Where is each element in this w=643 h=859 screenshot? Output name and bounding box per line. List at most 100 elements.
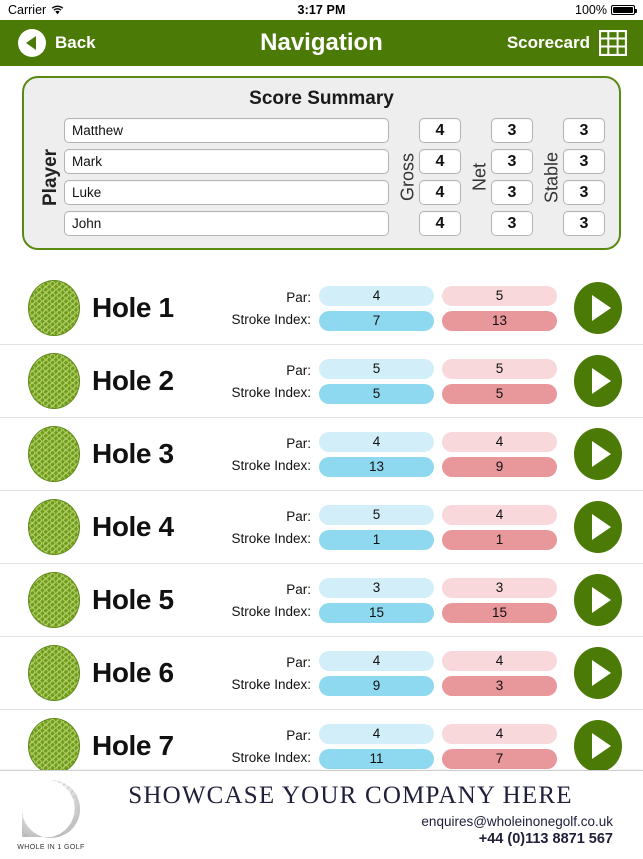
- par-value-pink: 5: [442, 285, 557, 306]
- hole-row[interactable]: Hole 1 Par: Stroke Index: 4 7 5 13: [0, 272, 643, 345]
- holes-list: Hole 1 Par: Stroke Index: 4 7 5 13 Hole …: [0, 272, 643, 783]
- net-score-value[interactable]: 3: [491, 211, 533, 236]
- hole-name-label: Hole 5: [92, 584, 174, 615]
- stroke-index-label: Stroke Index:: [231, 530, 311, 546]
- hole-stat-labels: Par: Stroke Index:: [231, 654, 311, 693]
- hole-row[interactable]: Hole 6 Par: Stroke Index: 4 9 4 3: [0, 637, 643, 710]
- banner-email[interactable]: enquires@wholeinonegolf.co.uk: [421, 814, 613, 829]
- hole-name-label: Hole 7: [92, 730, 174, 761]
- hole-row[interactable]: Hole 5 Par: Stroke Index: 3 15 3 15: [0, 564, 643, 637]
- stable-score-value[interactable]: 3: [563, 118, 605, 143]
- par-value-blue: 3: [319, 577, 434, 598]
- golf-ball-logo-icon: WHOLE IN 1 GOLF: [14, 776, 88, 854]
- par-value-blue: 4: [319, 723, 434, 744]
- status-bar-time: 3:17 PM: [297, 3, 346, 17]
- score-summary-section: Score Summary Player Matthew Mark Luke J…: [0, 66, 643, 250]
- stroke-index-value-pink: 7: [442, 748, 557, 769]
- battery-percent-label: 100%: [575, 3, 607, 17]
- grid-table-icon: [598, 29, 628, 57]
- stroke-index-value-blue: 7: [319, 310, 434, 331]
- hole-stat-labels: Par: Stroke Index:: [231, 289, 311, 328]
- scorecard-button-label: Scorecard: [506, 33, 590, 52]
- stroke-index-label: Stroke Index:: [231, 749, 311, 765]
- red-tee-column: 4 9: [442, 431, 557, 477]
- play-hole-button[interactable]: [571, 427, 625, 481]
- stroke-index-label: Stroke Index:: [231, 603, 311, 619]
- hole-name-label: Hole 4: [92, 511, 174, 542]
- stroke-index-value-pink: 3: [442, 675, 557, 696]
- back-button-label: Back: [55, 33, 96, 52]
- stable-score-value[interactable]: 3: [563, 211, 605, 236]
- hole-stats: Par: Stroke Index: 4 13 4 9: [231, 427, 625, 481]
- blue-tee-column: 3 15: [319, 577, 434, 623]
- hole-stats: Par: Stroke Index: 4 11 4 7: [231, 719, 625, 773]
- battery-full-icon: [611, 5, 637, 15]
- play-hole-button[interactable]: [571, 719, 625, 773]
- navigation-bar: Back Navigation Scorecard: [0, 20, 643, 66]
- par-value-pink: 4: [442, 650, 557, 671]
- par-value-pink: 4: [442, 431, 557, 452]
- par-value-blue: 4: [319, 431, 434, 452]
- player-name-input[interactable]: John: [64, 211, 389, 236]
- advertisement-banner[interactable]: WHOLE IN 1 GOLF SHOWCASE YOUR COMPANY HE…: [0, 770, 643, 858]
- play-hole-button[interactable]: [571, 646, 625, 700]
- play-hole-button[interactable]: [571, 281, 625, 335]
- gross-score-value[interactable]: 4: [419, 118, 461, 143]
- player-name-input[interactable]: Luke: [64, 180, 389, 205]
- stroke-index-value-blue: 13: [319, 456, 434, 477]
- par-value-pink: 3: [442, 577, 557, 598]
- player-name-input[interactable]: Matthew: [64, 118, 389, 143]
- svg-text:WHOLE IN 1 GOLF: WHOLE IN 1 GOLF: [17, 844, 84, 851]
- player-name-input[interactable]: Mark: [64, 149, 389, 174]
- par-value-pink: 4: [442, 723, 557, 744]
- back-button[interactable]: Back: [10, 29, 96, 57]
- stroke-index-value-blue: 15: [319, 602, 434, 623]
- stroke-index-value-pink: 5: [442, 383, 557, 404]
- net-score-value[interactable]: 3: [491, 118, 533, 143]
- play-hole-button[interactable]: [571, 500, 625, 554]
- stroke-index-value-blue: 9: [319, 675, 434, 696]
- hole-stats: Par: Stroke Index: 4 9 4 3: [231, 646, 625, 700]
- par-value-blue: 4: [319, 650, 434, 671]
- stroke-index-value-pink: 13: [442, 310, 557, 331]
- stroke-index-label: Stroke Index:: [231, 311, 311, 327]
- blue-tee-column: 5 5: [319, 358, 434, 404]
- banner-phone[interactable]: +44 (0)113 8871 567: [479, 831, 613, 847]
- scorecard-button[interactable]: Scorecard: [506, 29, 633, 57]
- gross-score-value[interactable]: 4: [419, 211, 461, 236]
- stroke-index-label: Stroke Index:: [231, 384, 311, 400]
- hole-row[interactable]: Hole 2 Par: Stroke Index: 5 5 5 5: [0, 345, 643, 418]
- stroke-index-value-pink: 15: [442, 602, 557, 623]
- par-value-pink: 5: [442, 358, 557, 379]
- gross-score-value[interactable]: 4: [419, 180, 461, 205]
- stable-score-value[interactable]: 3: [563, 149, 605, 174]
- stable-score-value[interactable]: 3: [563, 180, 605, 205]
- hole-row[interactable]: Hole 3 Par: Stroke Index: 4 13 4 9: [0, 418, 643, 491]
- par-label: Par:: [286, 727, 311, 743]
- play-hole-button[interactable]: [571, 354, 625, 408]
- hole-row[interactable]: Hole 4 Par: Stroke Index: 5 1 4 1: [0, 491, 643, 564]
- status-bar: Carrier 3:17 PM 100%: [0, 0, 643, 20]
- blue-tee-column: 5 1: [319, 504, 434, 550]
- hole-name-label: Hole 2: [92, 365, 174, 396]
- golf-ball-icon: [28, 353, 80, 409]
- gross-column-label: Gross: [397, 153, 418, 202]
- hole-stats: Par: Stroke Index: 5 1 4 1: [231, 500, 625, 554]
- net-score-value[interactable]: 3: [491, 149, 533, 174]
- golf-ball-icon: [28, 499, 80, 555]
- hole-name-label: Hole 1: [92, 292, 174, 323]
- hole-stats: Par: Stroke Index: 5 5 5 5: [231, 354, 625, 408]
- hole-stat-labels: Par: Stroke Index:: [231, 727, 311, 766]
- gross-score-value[interactable]: 4: [419, 149, 461, 174]
- par-value-blue: 4: [319, 285, 434, 306]
- red-tee-column: 5 5: [442, 358, 557, 404]
- hole-name-label: Hole 6: [92, 657, 174, 688]
- banner-text-block: SHOWCASE YOUR COMPANY HERE enquires@whol…: [88, 782, 629, 847]
- play-hole-button[interactable]: [571, 573, 625, 627]
- net-score-value[interactable]: 3: [491, 180, 533, 205]
- par-label: Par:: [286, 654, 311, 670]
- red-tee-column: 5 13: [442, 285, 557, 331]
- par-label: Par:: [286, 508, 311, 524]
- golf-ball-icon: [28, 280, 80, 336]
- par-value-blue: 5: [319, 358, 434, 379]
